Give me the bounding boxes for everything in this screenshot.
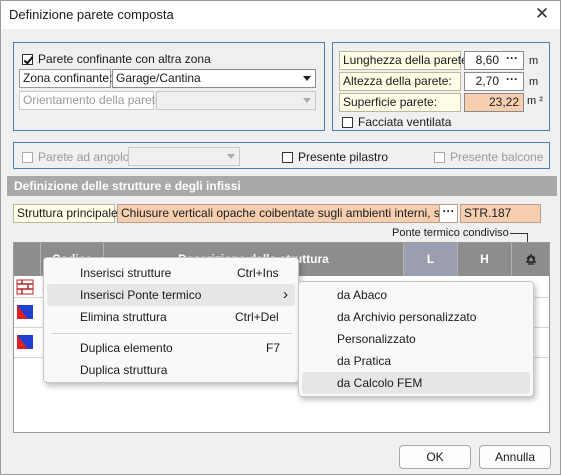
menu-item-inserisci-strutture[interactable]: Inserisci strutture Ctrl+Ins	[47, 262, 295, 284]
orientamento-label: Orientamento della parete:	[19, 91, 165, 110]
more-dots-icon[interactable]: ···	[503, 73, 521, 89]
struttura-label: Struttura principale:	[13, 204, 121, 223]
header-l[interactable]: L	[404, 243, 458, 276]
superficie-value-box: 23,22	[464, 93, 524, 112]
superficie-value: 23,22	[488, 95, 519, 109]
zona-select-value: Garage/Cantina	[116, 71, 201, 85]
ponte-termico-label: Ponte termico condiviso	[392, 227, 509, 239]
submenu-item-label: Personalizzato	[337, 332, 416, 346]
checkbox-disabled-icon	[434, 151, 445, 163]
superficie-label: Superficie parete:	[339, 93, 461, 112]
confinante-label: Parete confinante con altra zona	[38, 52, 211, 66]
altezza-unit: m	[529, 76, 539, 88]
context-menu: Inserisci strutture Ctrl+Ins Inserisci P…	[43, 257, 299, 383]
window-structure-icon	[17, 305, 33, 319]
confinante-checkbox[interactable]: Parete confinante con altra zona	[22, 52, 211, 66]
struttura-code: STR.187	[460, 204, 541, 223]
menu-item-shortcut: Ctrl+Del	[235, 310, 279, 324]
chevron-down-icon	[303, 98, 311, 103]
menu-item-duplica-struttura[interactable]: Duplica struttura	[47, 359, 295, 381]
altezza-input[interactable]: 2,70 ···	[464, 72, 524, 91]
submenu-item-pratica[interactable]: da Pratica	[302, 350, 530, 372]
facciata-label: Facciata ventilata	[358, 115, 452, 129]
submenu-item-archivio[interactable]: da Archivio personalizzato	[302, 306, 530, 328]
angolo-select	[128, 147, 240, 166]
menu-item-shortcut: Ctrl+Ins	[237, 266, 279, 280]
wall-structure-icon	[16, 279, 34, 295]
angolo-label: Parete ad angolo	[38, 150, 130, 164]
lunghezza-unit: m	[529, 55, 539, 67]
angolo-checkbox: Parete ad angolo	[22, 150, 129, 164]
options-group: Parete ad angolo Presente pilastro Prese…	[13, 142, 550, 169]
menu-item-label: Inserisci Ponte termico	[80, 288, 202, 302]
section-header: Definizione delle strutture e degli infi…	[7, 176, 557, 196]
altezza-value: 2,70	[475, 74, 499, 88]
submenu-item-abaco[interactable]: da Abaco	[302, 284, 530, 306]
lunghezza-label: Lunghezza della parete:	[339, 51, 471, 70]
chevron-right-icon: ›	[283, 286, 288, 303]
balcone-label: Presente balcone	[450, 150, 544, 164]
altezza-label: Altezza della parete:	[339, 72, 461, 91]
lunghezza-input[interactable]: 8,60 ···	[464, 51, 524, 70]
zona-select[interactable]: Garage/Cantina	[112, 69, 316, 88]
ok-button[interactable]: OK	[399, 445, 471, 469]
pilastro-label: Presente pilastro	[298, 150, 389, 164]
submenu-item-label: da Calcolo FEM	[337, 376, 423, 390]
menu-item-label: Duplica struttura	[80, 363, 168, 377]
more-dots-icon[interactable]: ···	[439, 205, 457, 222]
header-ponte[interactable]	[512, 243, 549, 276]
dialog-window: Definizione parete composta ✕ Parete con…	[0, 0, 561, 475]
checkbox-checked-icon[interactable]	[22, 53, 33, 65]
zona-label: Zona confinante:	[19, 69, 112, 88]
menu-separator	[52, 333, 292, 334]
menu-item-label: Inserisci strutture	[80, 266, 172, 280]
title-bar: Definizione parete composta ✕	[1, 1, 560, 29]
menu-item-label: Duplica elemento	[80, 341, 173, 355]
recycle-icon	[525, 253, 536, 265]
dimensioni-group: Lunghezza della parete: 8,60 ··· m Altez…	[332, 42, 550, 131]
balcone-checkbox: Presente balcone	[434, 150, 543, 164]
submenu-item-label: da Archivio personalizzato	[337, 310, 477, 324]
menu-item-elimina-struttura[interactable]: Elimina struttura Ctrl+Del	[47, 306, 295, 328]
struttura-value: Chiusure verticali opache coibentate sug…	[121, 206, 458, 220]
close-icon[interactable]: ✕	[530, 3, 554, 25]
window-structure-icon	[17, 335, 33, 349]
chevron-down-icon	[227, 154, 235, 159]
dialog-title: Definizione parete composta	[9, 7, 174, 22]
checkbox-unchecked-icon[interactable]	[342, 116, 353, 128]
menu-item-duplica-elemento[interactable]: Duplica elemento F7	[47, 337, 295, 359]
header-h[interactable]: H	[458, 243, 512, 276]
header-icon-col	[14, 243, 41, 276]
submenu-item-personalizzato[interactable]: Personalizzato	[302, 328, 530, 350]
chevron-down-icon	[303, 76, 311, 81]
checkbox-unchecked-icon[interactable]	[282, 151, 293, 163]
submenu-item-label: da Abaco	[337, 288, 388, 302]
struttura-input[interactable]: Chiusure verticali opache coibentate sug…	[117, 204, 458, 223]
superficie-unit: m ²	[527, 95, 543, 107]
more-dots-icon[interactable]: ···	[503, 52, 521, 68]
cancel-button[interactable]: Annulla	[479, 445, 551, 469]
zona-group: Parete confinante con altra zona Zona co…	[13, 42, 325, 131]
orientamento-select	[156, 91, 316, 110]
ponte-submenu: da Abaco da Archivio personalizzato Pers…	[298, 281, 534, 397]
menu-item-shortcut: F7	[266, 341, 281, 355]
lunghezza-value: 8,60	[475, 53, 499, 67]
pilastro-checkbox[interactable]: Presente pilastro	[282, 150, 388, 164]
menu-item-inserisci-ponte[interactable]: Inserisci Ponte termico ›	[47, 284, 295, 306]
submenu-item-calcolo-fem[interactable]: da Calcolo FEM	[302, 372, 530, 394]
facciata-checkbox[interactable]: Facciata ventilata	[342, 115, 451, 129]
checkbox-disabled-icon	[22, 151, 33, 163]
submenu-item-label: da Pratica	[337, 354, 392, 368]
menu-item-label: Elimina struttura	[80, 310, 167, 324]
